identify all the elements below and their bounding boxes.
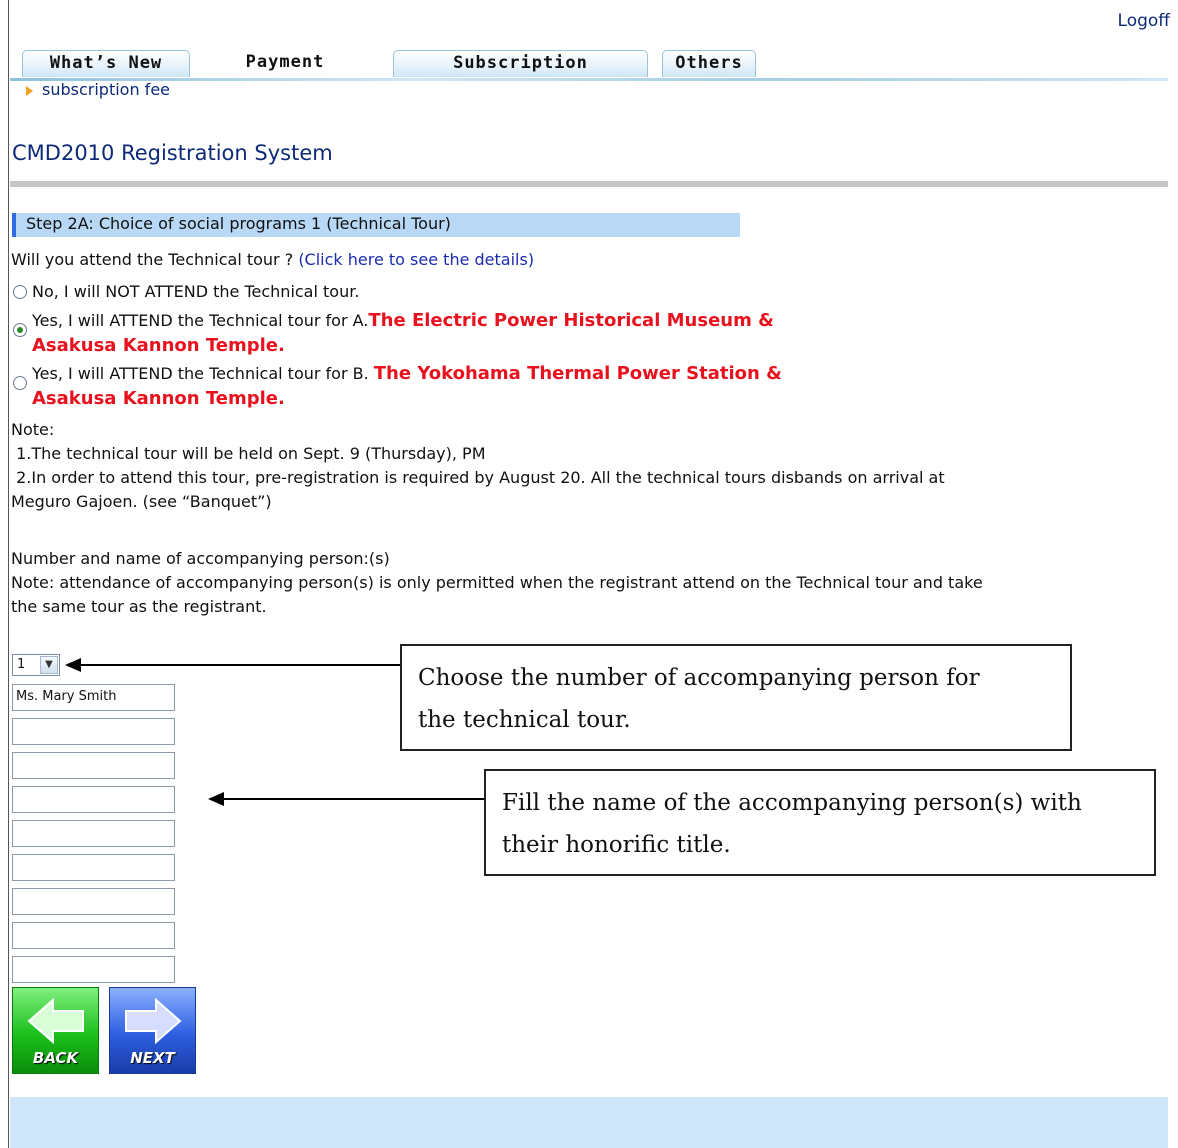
tab-subscription[interactable]: Subscription	[393, 50, 648, 77]
accompany-name-field-1[interactable]: Ms. Mary Smith	[12, 684, 175, 711]
accompany-name-field-5[interactable]	[12, 820, 175, 847]
back-button[interactable]: BACK	[12, 987, 99, 1074]
attend-question: Will you attend the Technical tour ? (Cl…	[11, 250, 534, 269]
note-heading: Note:	[11, 420, 55, 439]
accompany-count-value: 1	[17, 657, 26, 672]
tab-others[interactable]: Others	[662, 50, 756, 77]
accompany-name-field-3[interactable]	[12, 752, 175, 779]
callout-select-line-2: the technical tour.	[418, 707, 631, 733]
accompany-name-field-9[interactable]	[12, 956, 175, 983]
note-item-2: 2.In order to attend this tour, pre-regi…	[11, 468, 945, 487]
tab-payment[interactable]: Payment	[210, 50, 360, 77]
callout-arrow-head-1	[65, 658, 81, 672]
logoff-link[interactable]: Logoff	[1118, 11, 1170, 31]
option-a-prefix: Yes, I will ATTEND the Technical tour fo…	[32, 311, 369, 330]
accompany-name-field-6[interactable]	[12, 854, 175, 881]
option-attend-b-label: Yes, I will ATTEND the Technical tour fo…	[32, 361, 782, 411]
details-link[interactable]: (Click here to see the details)	[298, 250, 534, 269]
accompany-label: Number and name of accompanying person:(…	[11, 549, 390, 568]
radio-attend-b[interactable]	[13, 376, 27, 390]
accompany-name-field-2[interactable]	[12, 718, 175, 745]
accompany-name-field-7[interactable]	[12, 888, 175, 915]
accompany-name-field-8[interactable]	[12, 922, 175, 949]
callout-names: Fill the name of the accompanying person…	[484, 769, 1156, 876]
callout-arrow-line-2	[223, 798, 485, 800]
option-b-highlight: The Yokohama Thermal Power Station &	[373, 363, 782, 384]
tab-whats-new[interactable]: What’s New	[22, 50, 190, 77]
title-divider	[10, 181, 1168, 187]
footer-bar	[10, 1097, 1168, 1148]
next-arrow-icon	[125, 997, 182, 1045]
option-attend-a-label: Yes, I will ATTEND the Technical tour fo…	[32, 308, 774, 358]
accompany-note-2: the same tour as the registrant.	[11, 597, 267, 616]
question-text: Will you attend the Technical tour ?	[11, 250, 294, 269]
back-arrow-icon	[27, 997, 84, 1045]
note-item-2-cont: Meguro Gajoen. (see “Banquet”)	[11, 492, 272, 511]
next-button[interactable]: NEXT	[109, 987, 196, 1074]
tab-underline	[10, 78, 1168, 81]
option-a-highlight: The Electric Power Historical Museum &	[368, 310, 774, 331]
accompany-name-field-4[interactable]	[12, 786, 175, 813]
step-title: Step 2A: Choice of social programs 1 (Te…	[26, 214, 451, 233]
left-border	[8, 0, 9, 1148]
back-label: BACK	[32, 1049, 79, 1067]
callout-arrow-head-2	[208, 792, 224, 806]
option-b-highlight-2: Asakusa Kannon Temple.	[32, 388, 285, 409]
breadcrumb-subscription-fee[interactable]: subscription fee	[42, 80, 170, 99]
next-label: NEXT	[130, 1049, 175, 1067]
accompany-count-select[interactable]: 1 ▼	[12, 654, 60, 676]
breadcrumb-arrow-icon	[26, 86, 33, 96]
radio-attend-a[interactable]	[13, 323, 27, 337]
callout-names-line-2: their honorific title.	[502, 832, 731, 858]
note-item-1: 1.The technical tour will be held on Sep…	[11, 444, 486, 463]
chevron-down-icon[interactable]: ▼	[40, 656, 58, 674]
callout-select-count: Choose the number of accompanying person…	[400, 644, 1072, 751]
callout-select-line-1: Choose the number of accompanying person…	[418, 665, 980, 691]
option-b-prefix: Yes, I will ATTEND the Technical tour fo…	[32, 364, 369, 383]
option-a-highlight-2: Asakusa Kannon Temple.	[32, 335, 285, 356]
radio-not-attend[interactable]	[13, 285, 27, 299]
accompany-note-1: Note: attendance of accompanying person(…	[11, 573, 983, 592]
callout-arrow-line-1	[80, 664, 400, 666]
page-title: CMD2010 Registration System	[12, 141, 333, 165]
option-not-attend-label: No, I will NOT ATTEND the Technical tour…	[32, 282, 360, 301]
step-header: Step 2A: Choice of social programs 1 (Te…	[12, 213, 740, 237]
callout-names-line-1: Fill the name of the accompanying person…	[502, 790, 1082, 816]
